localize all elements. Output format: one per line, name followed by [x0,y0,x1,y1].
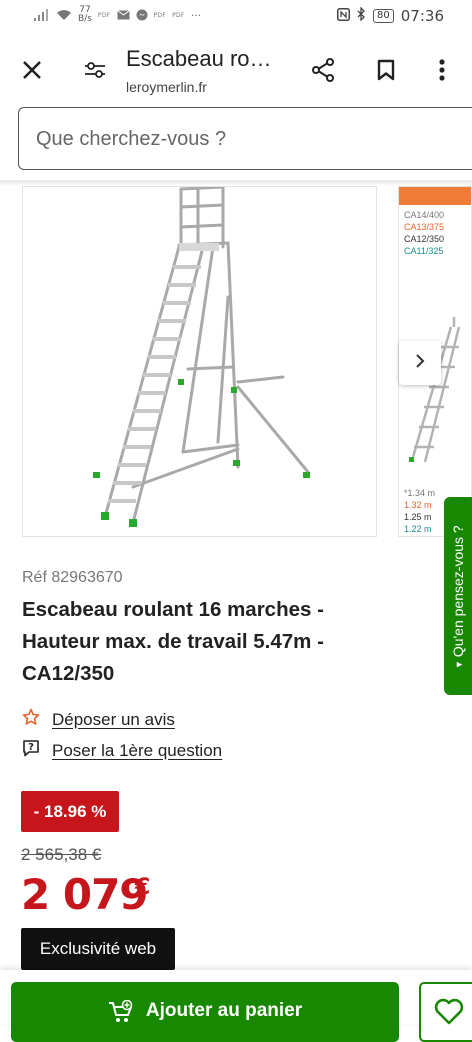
feedback-text: Qu'en pensez-vous ? [450,525,466,658]
battery-indicator: 80 [373,9,394,23]
spec-item: 1.32 m [404,500,432,510]
page-title: Escabeau ro… [126,46,272,71]
question-link-label: Poser la 1ère question [52,740,223,760]
status-bar: 77 B/s PDF PDF PDF ··· 80 07:36 [0,0,472,34]
wifi-icon [56,9,72,21]
add-to-cart-button[interactable]: Ajouter au panier [11,982,399,1042]
web-exclusive-badge: Exclusivité web [21,928,175,970]
spec-item: CA13/375 [404,222,445,232]
pdf-notification-icon: PDF [153,11,167,19]
page-url: leroymerlin.fr [126,79,207,95]
product-reference: Réf 82963670 [22,569,123,586]
favorite-button[interactable] [419,982,472,1042]
spec-banner [399,187,471,205]
bookmark-icon[interactable] [372,56,400,84]
chevron-right-icon [414,353,426,374]
price-currency: € [135,875,151,900]
spec-list-bottom: *1.34 m 1.32 m 1.25 m 1.22 m [404,487,435,535]
carousel-next-button[interactable] [399,341,441,385]
network-speed: 77 B/s [78,5,92,24]
pdf-notification-icon: PDF [97,11,111,19]
search-input[interactable]: Que cherchez-vous ? [18,107,472,170]
feedback-tab[interactable]: ▸Qu'en pensez-vous ? [444,497,472,695]
browser-header: Escabeau ro… leroymerlin.fr [0,34,472,104]
spec-item: CA11/325 [404,246,444,256]
messenger-icon [136,9,148,21]
pdf-notification-icon: PDF [172,11,185,19]
more-notifications-icon: ··· [190,8,202,22]
add-to-cart-label: Ajouter au panier [145,1000,303,1021]
mail-icon [116,10,130,20]
review-link[interactable]: Déposer un avis [22,708,175,731]
site-settings-icon[interactable] [80,56,110,84]
discount-badge: - 18.96 % [21,791,119,832]
chevron-up-icon: ▸ [456,658,463,671]
spec-item: CA14/400 [404,210,445,220]
nfc-icon [337,7,351,25]
star-icon [22,708,40,731]
feedback-label: ▸Qu'en pensez-vous ? [450,525,466,670]
question-icon: ? [22,739,40,762]
product-title: Escabeau roulant 16 marches - Hauteur ma… [22,598,324,685]
cart-add-icon [108,999,134,1029]
clock: 07:36 [400,7,444,25]
signal-icon [34,9,50,21]
spec-item: CA12/350 [404,234,445,244]
product-image[interactable] [22,185,377,537]
spec-item: 1.25 m [404,512,432,522]
more-options-icon[interactable] [428,56,456,84]
question-link[interactable]: ? Poser la 1ère question [22,739,222,762]
bluetooth-icon [357,6,366,25]
heart-icon [434,998,464,1030]
old-price: 2 565,38 € [21,845,102,864]
ladder-illustration [93,185,310,527]
price: 2 079 [21,870,149,919]
share-icon[interactable] [308,56,338,84]
search-placeholder: Que cherchez-vous ? [36,128,227,150]
review-link-label: Déposer un avis [52,709,175,729]
spec-item: 1.22 m [404,524,432,534]
close-icon[interactable] [16,56,48,84]
spec-item: *1.34 m [404,488,436,498]
svg-text:?: ? [28,742,34,753]
spec-list-top: CA14/400 CA13/375 CA12/350 CA11/325 [404,209,444,257]
